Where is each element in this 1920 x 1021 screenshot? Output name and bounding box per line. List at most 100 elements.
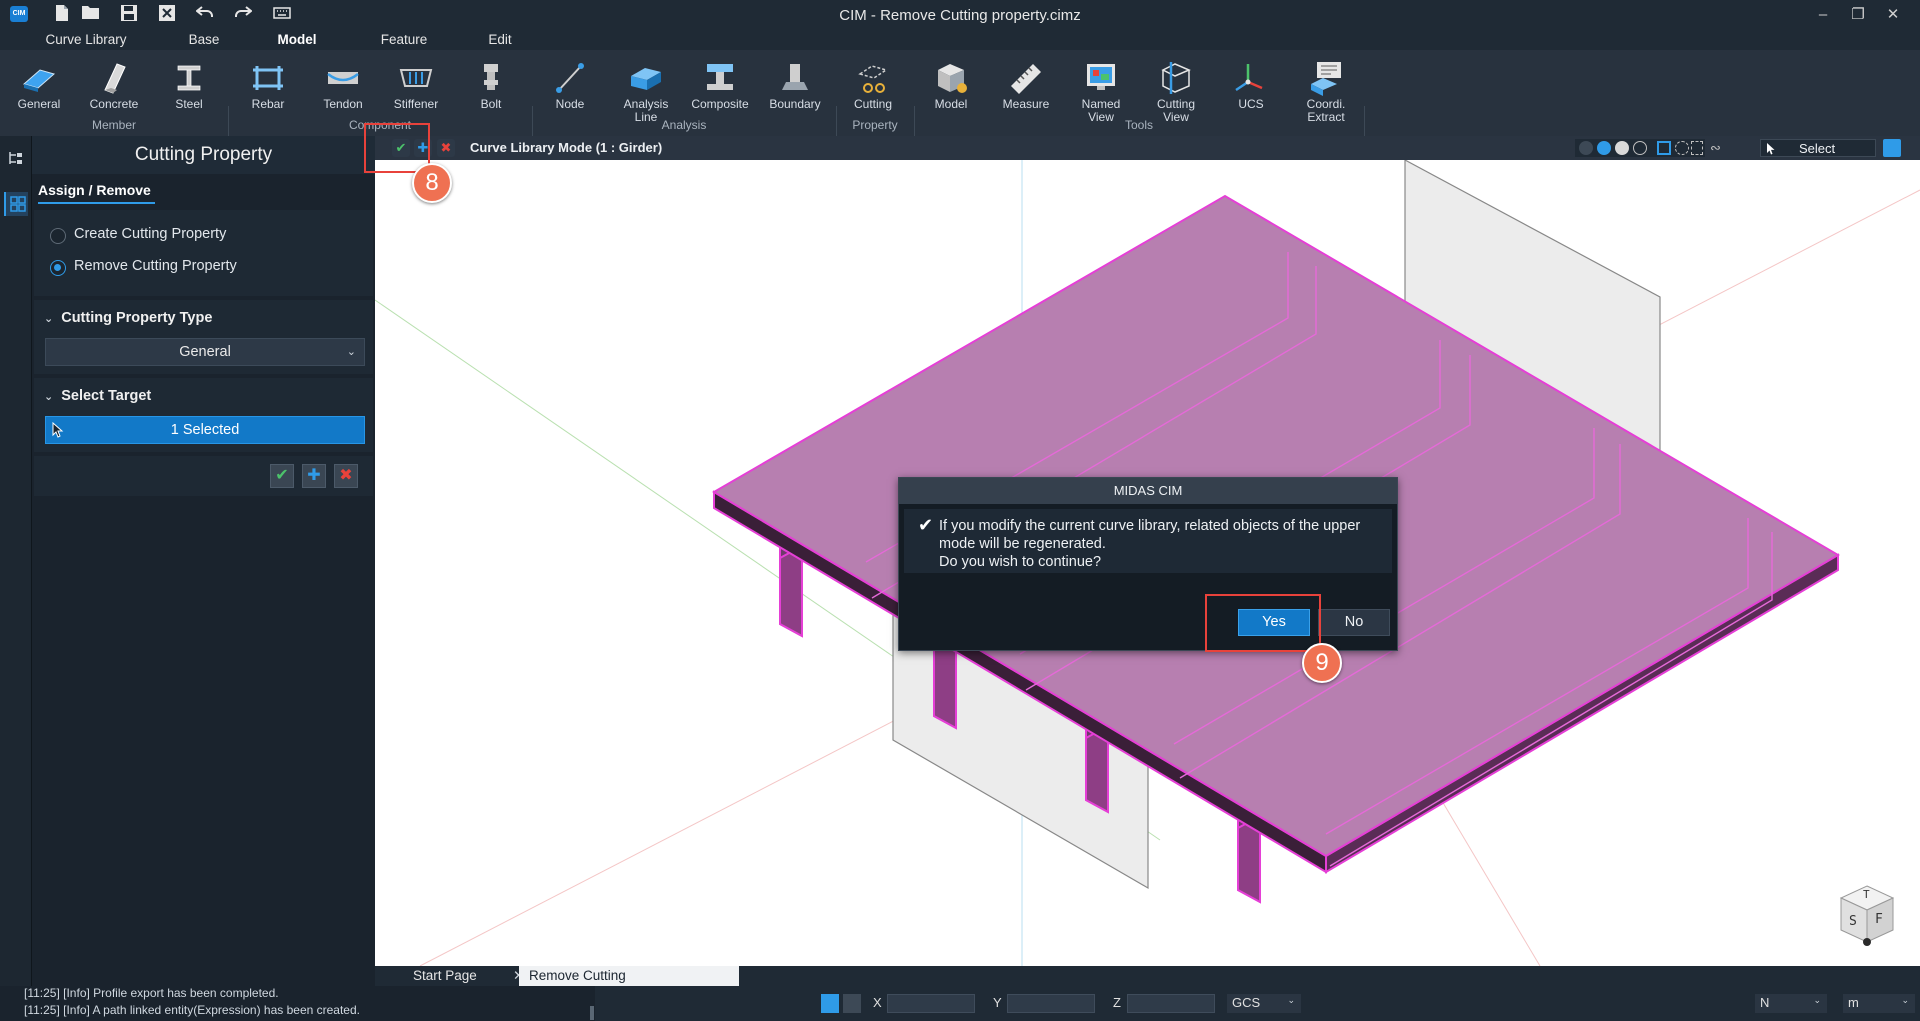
wireframe-icon[interactable] bbox=[1597, 141, 1611, 155]
cutting-button[interactable]: Cutting bbox=[841, 54, 905, 128]
dialog-title: MIDAS CIM bbox=[899, 478, 1397, 504]
menu-tab-base[interactable]: Base bbox=[178, 30, 230, 50]
ortho-icon[interactable] bbox=[843, 994, 861, 1013]
property-panel-icon[interactable] bbox=[4, 192, 28, 216]
dialog-message: If you modify the current curve library,… bbox=[939, 517, 1379, 571]
minimize-icon[interactable]: – bbox=[1808, 4, 1838, 26]
named-view-button[interactable]: Named View bbox=[1069, 54, 1133, 128]
tendon-button[interactable]: Tendon bbox=[311, 54, 375, 128]
polygon-select-icon[interactable] bbox=[1691, 141, 1703, 155]
analysis-line-button[interactable]: Analysis Line bbox=[613, 54, 679, 128]
ucs-icon bbox=[1235, 64, 1263, 92]
measure-icon bbox=[1011, 64, 1041, 94]
cutting-icon bbox=[858, 65, 888, 93]
target-section: ⌄ Select Target 1 Selected bbox=[34, 378, 373, 452]
steel-button[interactable]: Steel bbox=[157, 54, 221, 128]
close-tab-icon[interactable]: ✕ bbox=[499, 966, 524, 986]
coord-system-select[interactable]: GCS ⌄ bbox=[1227, 994, 1301, 1013]
console-line: [11:25] [Info] Profile export has been c… bbox=[24, 986, 279, 1000]
view-cube[interactable]: T S F bbox=[1837, 882, 1897, 948]
stiffener-button[interactable]: Stiffener bbox=[384, 54, 448, 128]
tree-view-icon[interactable] bbox=[8, 150, 24, 166]
select-target-button[interactable]: 1 Selected bbox=[45, 416, 365, 444]
close-window-icon[interactable]: ✕ bbox=[1878, 4, 1908, 26]
y-label: Y bbox=[993, 995, 1002, 1010]
cancel-button[interactable]: ✖ bbox=[334, 464, 358, 488]
ucs-button[interactable]: UCS bbox=[1219, 54, 1283, 128]
general-button[interactable]: General bbox=[7, 54, 71, 128]
ribbon: General Concrete Steel Rebar Tendon Stif… bbox=[0, 50, 1920, 184]
open-folder-icon[interactable] bbox=[79, 4, 103, 26]
ribbon-label: Model bbox=[934, 97, 968, 111]
ribbon-label: Measure bbox=[1002, 97, 1050, 111]
coordinate-extract-icon bbox=[1311, 62, 1341, 96]
create-cutting-radio[interactable] bbox=[50, 228, 66, 244]
measure-button[interactable]: Measure bbox=[994, 54, 1058, 128]
doc-tab-label: Start Page bbox=[413, 968, 477, 983]
x-coordinate-field[interactable] bbox=[887, 994, 975, 1013]
x-label: X bbox=[873, 995, 882, 1010]
composite-button[interactable]: Composite bbox=[688, 54, 752, 128]
box-select-icon[interactable] bbox=[1657, 141, 1671, 155]
doc-tab-active[interactable]: Remove Cutting property.cimz✕ bbox=[519, 966, 739, 1003]
freehand-select-icon[interactable]: ∾ bbox=[1710, 139, 1734, 157]
restore-icon[interactable]: ❐ bbox=[1843, 4, 1873, 26]
menu-tab-model[interactable]: Model bbox=[272, 30, 322, 52]
snap-icon[interactable] bbox=[821, 994, 839, 1013]
menu-tab-edit[interactable]: Edit bbox=[480, 30, 520, 50]
menu-tab-feature[interactable]: Feature bbox=[374, 30, 434, 50]
apply-button[interactable]: ✔ bbox=[270, 464, 294, 488]
callout-badge-8: 8 bbox=[412, 163, 452, 203]
bolt-button[interactable]: Bolt bbox=[459, 54, 523, 128]
force-unit-select[interactable]: N ⌄ bbox=[1755, 994, 1827, 1013]
group-analysis: Analysis bbox=[661, 118, 707, 132]
node-icon bbox=[556, 63, 584, 93]
create-cutting-label[interactable]: Create Cutting Property bbox=[74, 226, 226, 242]
concrete-button[interactable]: Concrete bbox=[82, 54, 146, 128]
length-unit-select[interactable]: m ⌄ bbox=[1843, 994, 1915, 1013]
mode-label: Curve Library Mode (1 : Girder) bbox=[470, 140, 663, 155]
select-mode-dropdown[interactable]: Select bbox=[1760, 139, 1876, 157]
remove-cutting-radio[interactable] bbox=[50, 260, 66, 276]
console-scrollbar[interactable] bbox=[590, 1006, 594, 1020]
circle-select-icon[interactable] bbox=[1675, 141, 1689, 155]
y-coordinate-field[interactable] bbox=[1007, 994, 1095, 1013]
add-button[interactable]: ✚ bbox=[302, 464, 326, 488]
tendon-icon bbox=[327, 72, 359, 84]
force-unit-value: N bbox=[1760, 995, 1770, 1010]
z-coordinate-field[interactable] bbox=[1127, 994, 1215, 1013]
boundary-button[interactable]: Boundary bbox=[763, 54, 827, 128]
dialog-message-line: Do you wish to continue? bbox=[939, 554, 1102, 570]
view-settings-icon[interactable] bbox=[1883, 139, 1901, 157]
chevron-down-icon: ⌄ bbox=[1813, 995, 1821, 1005]
menu-tab-curve-library[interactable]: Curve Library bbox=[36, 30, 136, 50]
check-icon: ✔ bbox=[918, 515, 934, 535]
rebar-button[interactable]: Rebar bbox=[236, 54, 300, 128]
type-section-header[interactable]: ⌄ Cutting Property Type bbox=[44, 310, 212, 326]
close-file-icon[interactable] bbox=[155, 4, 179, 26]
keyboard-icon[interactable] bbox=[270, 4, 294, 26]
undo-icon[interactable] bbox=[193, 4, 217, 26]
ribbon-label: Node bbox=[555, 97, 585, 111]
coordinate-extract-button[interactable]: Coordi. Extract bbox=[1294, 54, 1358, 128]
tab-assign-remove[interactable]: Assign / Remove bbox=[38, 178, 155, 204]
transparent-icon[interactable] bbox=[1633, 141, 1647, 155]
save-icon[interactable] bbox=[117, 4, 141, 26]
panel-actions: ✔ ✚ ✖ bbox=[34, 456, 373, 496]
ribbon-label: Rebar bbox=[251, 97, 285, 111]
no-button[interactable]: No bbox=[1318, 609, 1390, 636]
mode-cancel-button[interactable]: ✖ bbox=[437, 139, 455, 157]
model-button[interactable]: Model bbox=[919, 54, 983, 128]
shade-mode-icon[interactable] bbox=[1579, 141, 1593, 155]
new-file-icon[interactable] bbox=[50, 4, 74, 26]
node-button[interactable]: Node bbox=[538, 54, 602, 128]
cutting-type-select[interactable]: General ⌄ bbox=[45, 338, 365, 366]
target-section-header[interactable]: ⌄ Select Target bbox=[44, 388, 151, 404]
remove-cutting-label[interactable]: Remove Cutting Property bbox=[74, 258, 237, 274]
side-strip bbox=[0, 136, 32, 986]
coord-system-value: GCS bbox=[1232, 995, 1261, 1010]
cutting-view-button[interactable]: Cutting View bbox=[1144, 54, 1208, 128]
dialog-message-line: mode will be regenerated. bbox=[939, 536, 1106, 552]
redo-icon[interactable] bbox=[231, 4, 255, 26]
solid-icon[interactable] bbox=[1615, 141, 1629, 155]
